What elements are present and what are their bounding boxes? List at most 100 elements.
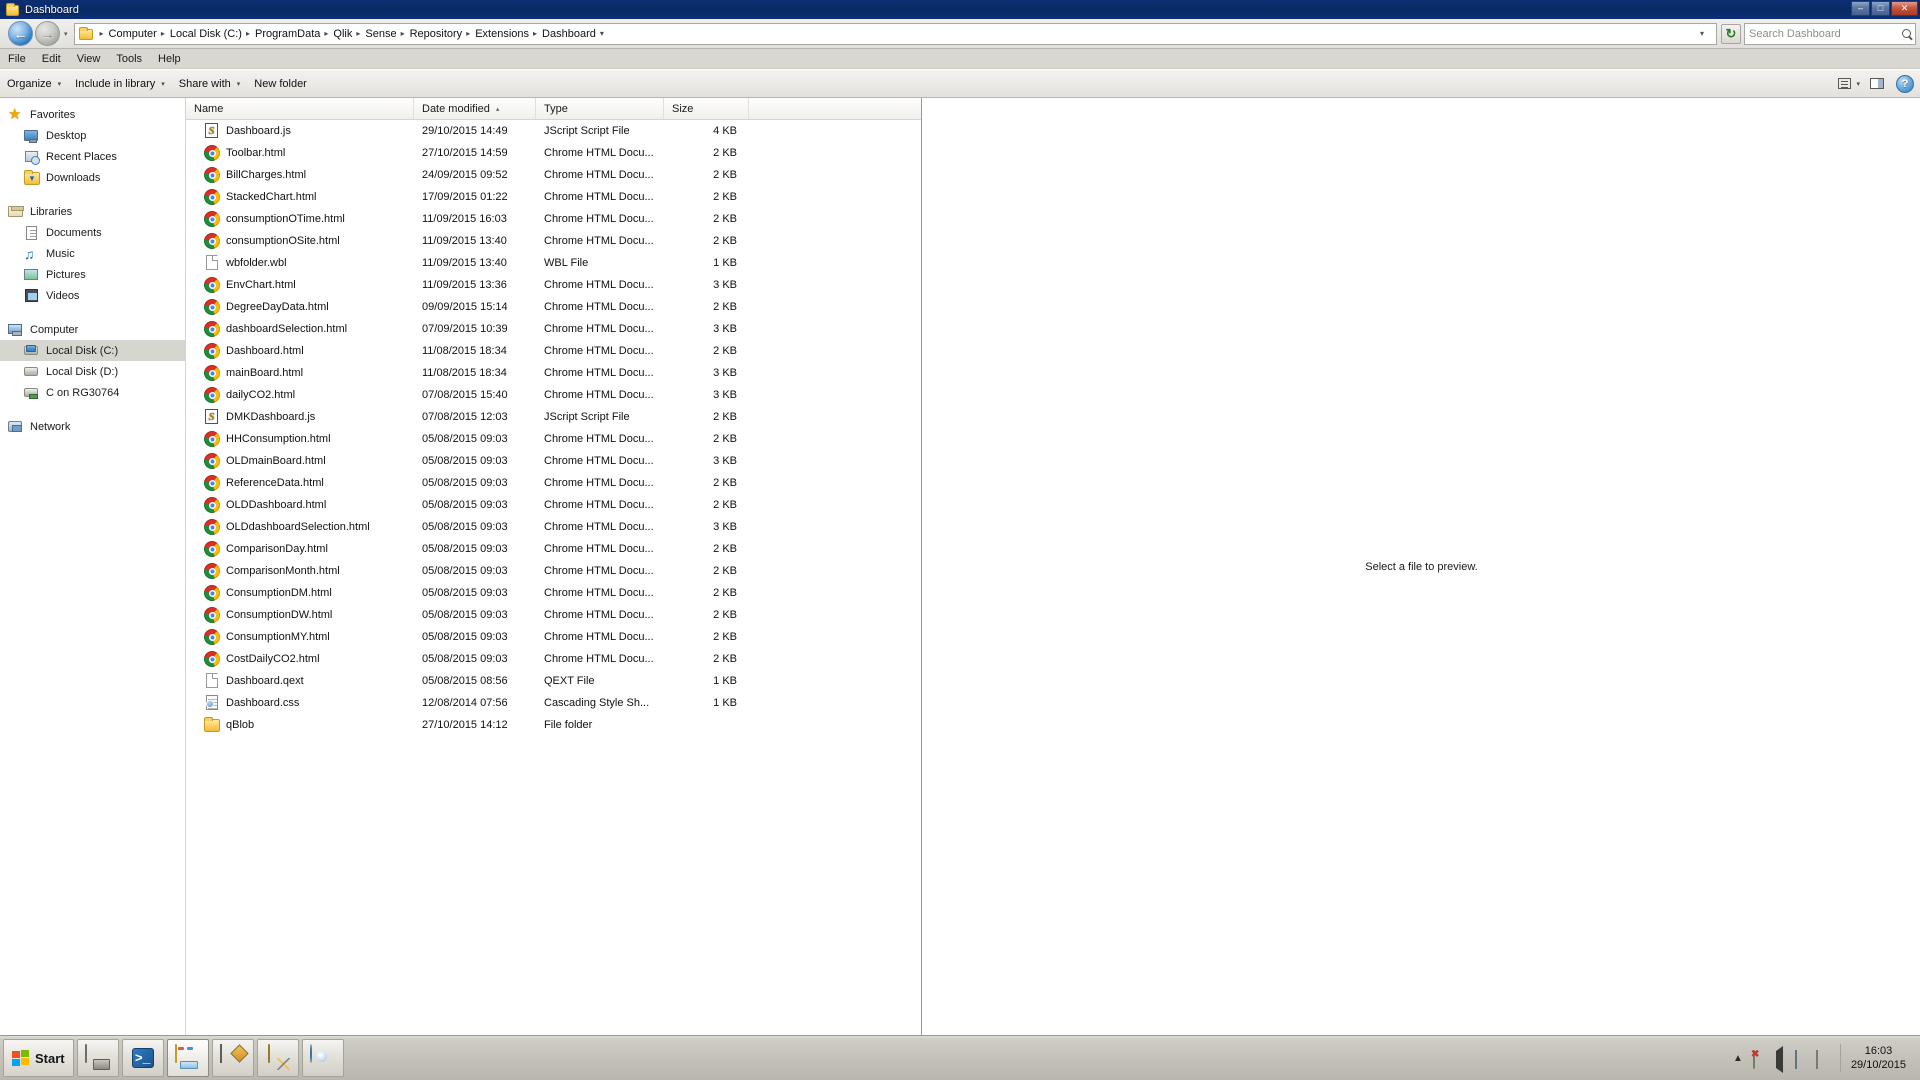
include-in-library-button[interactable]: Include in library ▾ bbox=[68, 75, 172, 93]
window-controls[interactable]: – □ ✕ bbox=[1850, 1, 1920, 18]
table-row[interactable]: BillCharges.html 24/09/2015 09:52 Chrome H… bbox=[186, 164, 921, 186]
table-row[interactable]: qBlob 27/10/2015 14:12 File folder bbox=[186, 714, 921, 736]
breadcrumb-item-extensions[interactable]: Extensions bbox=[475, 28, 529, 40]
refresh-button[interactable]: ↻ bbox=[1721, 23, 1741, 44]
table-row[interactable]: Dashboard.css 12/08/2014 07:56 Cascading S… bbox=[186, 692, 921, 714]
breadcrumb-trailing-caret[interactable]: ▾ bbox=[596, 29, 609, 38]
table-row[interactable]: Dashboard.html 11/08/2015 18:34 Chrome HTM… bbox=[186, 340, 921, 362]
table-row[interactable]: HHConsumption.html 05/08/2015 09:03 Chrome… bbox=[186, 428, 921, 450]
table-row[interactable]: consumptionOSite.html 11/09/2015 13:40 Chr… bbox=[186, 230, 921, 252]
table-row[interactable]: dashboardSelection.html 07/09/2015 10:39 C… bbox=[186, 318, 921, 340]
sidebar-item-documents[interactable]: Documents bbox=[0, 222, 185, 243]
table-row[interactable]: ComparisonDay.html 05/08/2015 09:03 Chrome… bbox=[186, 538, 921, 560]
sidebar-item-videos[interactable]: Videos bbox=[0, 285, 185, 306]
taskbar-notepad-plus-plus[interactable] bbox=[211, 1039, 254, 1077]
breadcrumb-separator-4[interactable]: ▸ bbox=[352, 29, 365, 38]
sidebar-item-local-disk-c[interactable]: Local Disk (C:) bbox=[0, 340, 185, 361]
history-dropdown-icon[interactable]: ▾ bbox=[64, 30, 68, 38]
preview-pane-button[interactable] bbox=[1866, 75, 1888, 92]
table-row[interactable]: DMKDashboard.js 07/08/2015 12:03 JScript S… bbox=[186, 406, 921, 428]
breadcrumb-separator-5[interactable]: ▸ bbox=[397, 29, 410, 38]
breadcrumb-separator-0[interactable]: ▸ bbox=[96, 29, 109, 38]
breadcrumb-item-qlik[interactable]: Qlik bbox=[333, 28, 352, 40]
menu-item-edit[interactable]: Edit bbox=[34, 51, 69, 67]
breadcrumb-item-computer[interactable]: Computer bbox=[109, 28, 157, 40]
breadcrumb[interactable]: ▸ Computer ▸ Local Disk (C:) ▸ ProgramDa… bbox=[73, 22, 1717, 45]
sidebar-item-desktop[interactable]: Desktop bbox=[0, 125, 185, 146]
organize-button[interactable]: Organize ▾ bbox=[0, 75, 68, 93]
sidebar-item-pictures[interactable]: Pictures bbox=[0, 264, 185, 285]
menu-item-help[interactable]: Help bbox=[150, 51, 189, 67]
navigation-pane[interactable]: ★ Favorites Desktop Recent Places Downlo… bbox=[0, 98, 185, 1035]
taskbar-database-tool[interactable] bbox=[256, 1039, 299, 1077]
file-list-pane[interactable]: Name Date modified ▴ Type Size Dashboard… bbox=[185, 98, 922, 1035]
sidebar-item-downloads[interactable]: Downloads bbox=[0, 167, 185, 188]
close-button[interactable]: ✕ bbox=[1891, 1, 1918, 16]
back-button[interactable]: ← bbox=[8, 21, 33, 46]
table-row[interactable]: ConsumptionDW.html 05/08/2015 09:03 Chrome… bbox=[186, 604, 921, 626]
breadcrumb-item-local-disk-c[interactable]: Local Disk (C:) bbox=[170, 28, 242, 40]
breadcrumb-item-repository[interactable]: Repository bbox=[410, 28, 463, 40]
breadcrumb-item-dashboard[interactable]: Dashboard bbox=[542, 28, 596, 40]
table-row[interactable]: ConsumptionDM.html 05/08/2015 09:03 Chrome… bbox=[186, 582, 921, 604]
share-with-button[interactable]: Share with ▾ bbox=[172, 75, 248, 93]
sidebar-item-c-on-rg30764[interactable]: C on RG30764 bbox=[0, 382, 185, 403]
sidebar-group-libraries[interactable]: Libraries bbox=[0, 201, 185, 222]
show-hidden-icons-icon[interactable]: ▲ bbox=[1726, 1053, 1750, 1064]
sidebar-group-network[interactable]: Network bbox=[0, 416, 185, 437]
breadcrumb-item-sense[interactable]: Sense bbox=[365, 28, 396, 40]
breadcrumb-separator-2[interactable]: ▸ bbox=[242, 29, 255, 38]
table-row[interactable]: Dashboard.qext 05/08/2015 08:56 QEXT File 1… bbox=[186, 670, 921, 692]
column-header-name[interactable]: Name bbox=[186, 98, 414, 119]
breadcrumb-separator-7[interactable]: ▸ bbox=[529, 29, 542, 38]
network-icon[interactable] bbox=[1794, 1049, 1810, 1069]
table-row[interactable]: ReferenceData.html 05/08/2015 09:03 Chrome… bbox=[186, 472, 921, 494]
sidebar-group-computer[interactable]: Computer bbox=[0, 319, 185, 340]
change-view-button[interactable]: ▾ bbox=[1834, 75, 1864, 92]
flag-icon[interactable] bbox=[1815, 1049, 1831, 1069]
table-row[interactable]: DegreeDayData.html 09/09/2015 15:14 Chrome… bbox=[186, 296, 921, 318]
taskbar-shell-app[interactable] bbox=[301, 1039, 344, 1077]
breadcrumb-separator-3[interactable]: ▸ bbox=[320, 29, 333, 38]
sidebar-item-music[interactable]: ♫ Music bbox=[0, 243, 185, 264]
breadcrumb-separator-1[interactable]: ▸ bbox=[157, 29, 170, 38]
start-button[interactable]: Start bbox=[3, 1039, 74, 1077]
address-dropdown-icon[interactable]: ▾ bbox=[1692, 29, 1712, 38]
table-row[interactable]: OLDdashboardSelection.html 05/08/2015 09:… bbox=[186, 516, 921, 538]
table-row[interactable]: OLDDashboard.html 05/08/2015 09:03 Chrome … bbox=[186, 494, 921, 516]
table-row[interactable]: ConsumptionMY.html 05/08/2015 09:03 Chrome… bbox=[186, 626, 921, 648]
breadcrumb-separator-6[interactable]: ▸ bbox=[462, 29, 475, 38]
maximize-button[interactable]: □ bbox=[1871, 1, 1890, 16]
table-row[interactable]: wbfolder.wbl 11/09/2015 13:40 WBL File 1 KB bbox=[186, 252, 921, 274]
breadcrumb-item-programdata[interactable]: ProgramData bbox=[255, 28, 320, 40]
table-row[interactable]: dailyCO2.html 07/08/2015 15:40 Chrome HTML… bbox=[186, 384, 921, 406]
table-row[interactable]: mainBoard.html 11/08/2015 18:34 Chrome HTM… bbox=[186, 362, 921, 384]
table-row[interactable]: OLDmainBoard.html 05/08/2015 09:03 Chrome … bbox=[186, 450, 921, 472]
taskbar-windows-explorer[interactable] bbox=[166, 1039, 209, 1077]
table-row[interactable]: Toolbar.html 27/10/2015 14:59 Chrome HTML … bbox=[186, 142, 921, 164]
column-header-date-modified[interactable]: Date modified ▴ bbox=[414, 98, 536, 119]
taskbar-server-manager[interactable] bbox=[76, 1039, 119, 1077]
help-button[interactable]: ? bbox=[1896, 74, 1914, 93]
menu-item-view[interactable]: View bbox=[69, 51, 109, 67]
taskbar-powershell[interactable]: >_ bbox=[121, 1039, 164, 1077]
column-header-size[interactable]: Size bbox=[664, 98, 749, 119]
column-header-type[interactable]: Type bbox=[536, 98, 664, 119]
clock[interactable]: 16:03 29/10/2015 bbox=[1839, 1044, 1914, 1072]
new-folder-button[interactable]: New folder bbox=[247, 75, 314, 93]
search-input[interactable]: Search Dashboard bbox=[1744, 22, 1916, 45]
sidebar-item-local-disk-d[interactable]: Local Disk (D:) bbox=[0, 361, 185, 382]
menu-item-file[interactable]: File bbox=[0, 51, 34, 67]
table-row[interactable]: Dashboard.js 29/10/2015 14:49 JScript Scri… bbox=[186, 120, 921, 142]
forward-button[interactable]: → bbox=[35, 21, 60, 46]
table-row[interactable]: consumptionOTime.html 11/09/2015 16:03 Chr… bbox=[186, 208, 921, 230]
sidebar-group-favorites[interactable]: ★ Favorites bbox=[0, 104, 185, 125]
window-title-bar[interactable]: Dashboard – □ ✕ bbox=[0, 0, 1920, 19]
volume-icon[interactable] bbox=[1774, 1045, 1789, 1073]
table-row[interactable]: StackedChart.html 17/09/2015 01:22 Chrome … bbox=[186, 186, 921, 208]
menu-item-tools[interactable]: Tools bbox=[108, 51, 150, 67]
action-center-icon[interactable]: ✖ bbox=[1751, 1049, 1768, 1069]
table-row[interactable]: ComparisonMonth.html 05/08/2015 09:03 Chro… bbox=[186, 560, 921, 582]
minimize-button[interactable]: – bbox=[1851, 1, 1870, 16]
table-row[interactable]: CostDailyCO2.html 05/08/2015 09:03 Chrome … bbox=[186, 648, 921, 670]
